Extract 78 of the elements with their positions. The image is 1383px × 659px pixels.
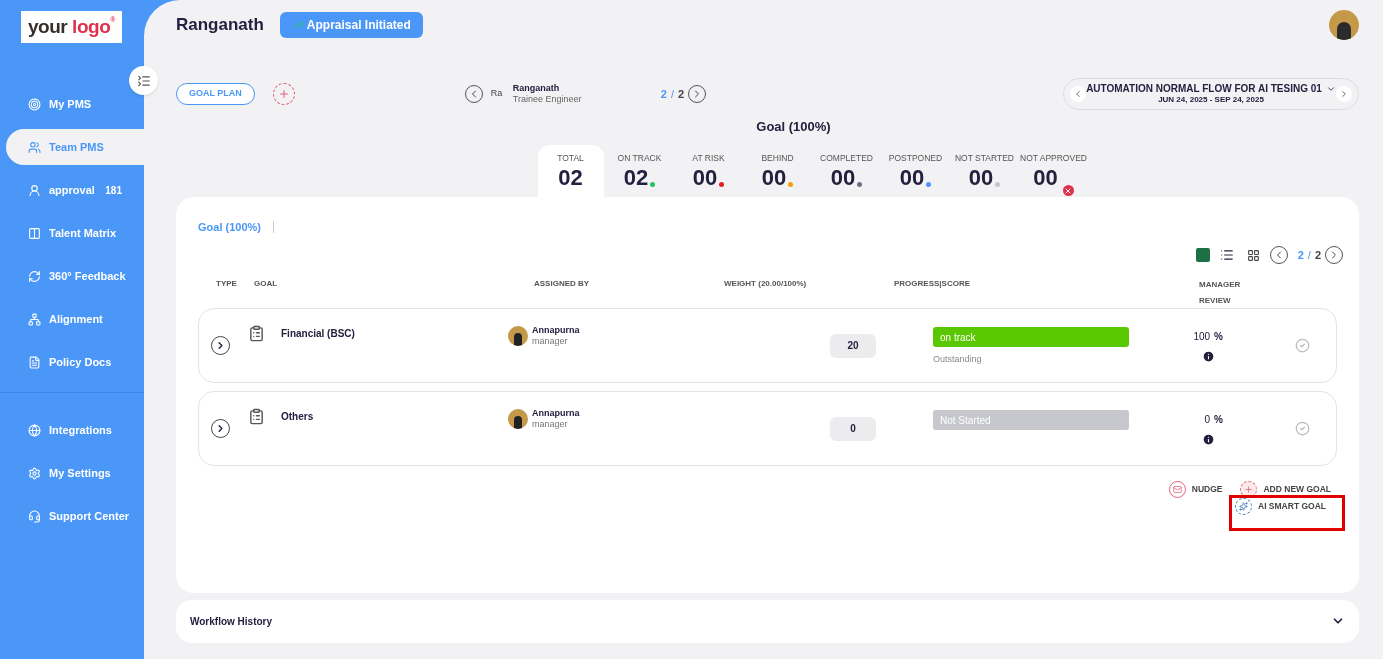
employee-name: Ranganath [176, 14, 264, 37]
goal-type-icon [248, 408, 265, 425]
chevron-right-icon [215, 423, 226, 434]
status-bar: Not Started [933, 410, 1129, 430]
assignee-name: Annapurna [532, 408, 580, 420]
ai-smart-goal-button[interactable]: AI SMART GOAL [1235, 498, 1326, 515]
list-view-icon[interactable] [1219, 248, 1234, 262]
plus-icon [277, 88, 290, 100]
nav-icon [28, 140, 41, 154]
weight-value: 20 [830, 333, 876, 358]
goal-type-icon [248, 325, 265, 342]
stat-tab[interactable]: NOT APPROVED 00 [1020, 144, 1087, 197]
assignee-avatar [508, 326, 528, 347]
page-total: 2 [678, 86, 685, 102]
percent-sign: % [1214, 329, 1223, 344]
column-header: MANAGER REVIEW [1199, 279, 1242, 307]
user-avatar[interactable] [1329, 10, 1359, 40]
goal-name: Others [281, 410, 315, 424]
stat-tab[interactable]: NOT STARTED 00 [951, 144, 1018, 197]
grid-view-icon[interactable] [1246, 248, 1260, 262]
previous-cycle-icon [1070, 86, 1086, 102]
score-label: Outstanding [933, 353, 983, 366]
stat-tab[interactable]: POSTPONED 00 [882, 144, 949, 197]
nav-icon [28, 269, 41, 283]
column-header: GOAL [254, 278, 279, 290]
percent-value: 0 [1204, 412, 1211, 427]
count-label: 181 [105, 183, 122, 198]
goal-name: Financial (BSC) [281, 327, 356, 341]
nav-icon [28, 423, 41, 437]
stat-tab[interactable]: ON TRACK 02 [606, 144, 673, 197]
add-goal-button[interactable]: ADD NEW GOAL [1240, 481, 1331, 498]
dropdown-icon [1325, 84, 1336, 94]
nav-icon [28, 466, 41, 480]
summary-title: Goal (100%) [756, 118, 831, 136]
column-header: PROGRESS|SCORE [894, 278, 972, 290]
percent-value: 100 [1193, 329, 1211, 344]
avatar-alt-text: Ra [490, 87, 504, 101]
column-header: TYPE [216, 278, 238, 290]
nav-icon [28, 183, 41, 197]
stat-tab[interactable]: BEHIND 00 [744, 144, 811, 197]
page-separator: / [670, 86, 675, 102]
employee-role: Trainee Engineer [512, 94, 583, 106]
chevron-right-icon [215, 340, 226, 351]
status-bar: on track [933, 327, 1129, 347]
nav-icon [28, 226, 41, 240]
employee-name: Ranganath [512, 82, 561, 94]
workflow-history-panel[interactable]: Workflow History [176, 599, 1359, 643]
column-header: WEIGHT (20.00/100%) [724, 278, 808, 290]
assignee-role: manager [532, 419, 569, 431]
nav-icon [28, 97, 41, 111]
page-current: 2 [1297, 247, 1304, 263]
assignee-avatar [508, 409, 528, 430]
stat-tab[interactable]: TOTAL 02 [537, 144, 604, 197]
stat-tab[interactable]: AT RISK 00 [675, 144, 742, 197]
cycle-dates: JUN 24, 2025 - SEP 24, 2025 [1158, 95, 1264, 106]
info-icon[interactable] [1202, 432, 1215, 446]
nav-icon [28, 312, 41, 326]
assignee-name: Annapurna [532, 325, 580, 337]
page-separator: / [1307, 247, 1311, 263]
review-check-icon[interactable] [1295, 338, 1310, 353]
collapse-sidebar-button[interactable] [129, 66, 158, 95]
collapse-icon [136, 73, 151, 88]
cycle-title: AUTOMATION NORMAL FLOW FOR AI TESING 01 [1086, 82, 1322, 96]
workflow-history-title: Workflow History [190, 614, 273, 629]
page-total: 2 [1314, 247, 1321, 263]
page-current: 2 [660, 86, 667, 102]
cycle-selector[interactable]: AUTOMATION NORMAL FLOW FOR AI TESING 01 JUN 24, 2025 - SEP 24, 2025 [1063, 78, 1359, 110]
nav-icon [28, 355, 41, 369]
column-header: ASSIGNED BY [534, 278, 591, 290]
review-check-icon[interactable] [1295, 421, 1310, 436]
percent-sign: % [1214, 412, 1223, 427]
nudge-button[interactable]: NUDGE [1168, 481, 1223, 498]
next-cycle-icon [1336, 86, 1352, 102]
weight-value: 0 [830, 416, 876, 441]
nav-icon [28, 509, 41, 523]
info-icon[interactable] [1202, 349, 1215, 363]
stat-tab[interactable]: COMPLETED 00 [813, 144, 880, 197]
assignee-role: manager [532, 336, 569, 348]
